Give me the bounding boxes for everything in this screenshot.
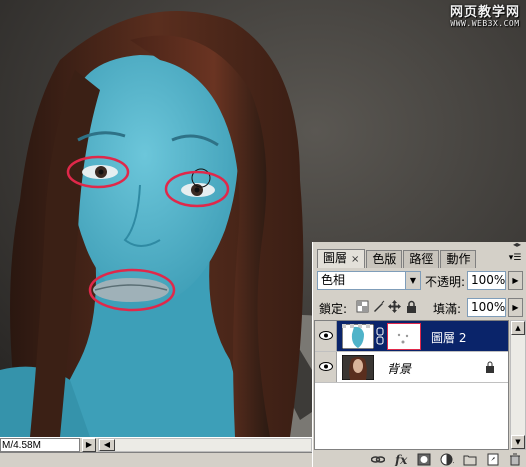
doc-size-readout: M/4.58M bbox=[0, 438, 80, 452]
link-icon[interactable] bbox=[371, 453, 385, 466]
scroll-up-arrow[interactable]: ▲ bbox=[511, 321, 525, 335]
chain-link-icon[interactable] bbox=[376, 327, 384, 345]
tab-layers[interactable]: 圖層 × bbox=[317, 249, 366, 268]
eye-icon bbox=[319, 362, 333, 371]
layer-mask-thumbnail[interactable] bbox=[387, 323, 421, 350]
horizontal-scrollbar[interactable]: ◀ bbox=[98, 438, 312, 452]
tab-close-icon[interactable]: × bbox=[351, 254, 359, 265]
scroll-left-arrow[interactable]: ◀ bbox=[99, 439, 115, 451]
lock-transparency-icon[interactable] bbox=[356, 300, 369, 313]
tab-channels[interactable]: 色版 bbox=[366, 250, 403, 268]
lock-label: 鎖定: bbox=[319, 302, 348, 316]
blend-mode-value: 色相 bbox=[321, 273, 346, 287]
opacity-input[interactable]: 100% bbox=[467, 271, 506, 290]
lock-all-icon[interactable] bbox=[405, 300, 418, 313]
opacity-label: 不透明: bbox=[425, 275, 466, 289]
lock-options-row: 鎖定: 填滿: 100% ▶ bbox=[316, 297, 524, 319]
layer-row-layer-2[interactable]: 圖層 2 bbox=[315, 321, 508, 352]
trash-icon[interactable] bbox=[509, 453, 523, 466]
tab-paths[interactable]: 路徑 bbox=[403, 250, 440, 268]
watermark-url: WWW.WEB3X.COM bbox=[450, 18, 520, 28]
folder-icon[interactable] bbox=[463, 453, 477, 466]
fx-icon[interactable]: fx bbox=[394, 453, 408, 466]
blend-mode-select[interactable]: 色相 ▼ bbox=[317, 271, 421, 290]
layer-list: 圖層 2 背景 bbox=[314, 320, 509, 450]
watermark: 网页教学网 WWW.WEB3X.COM bbox=[450, 6, 520, 28]
lock-position-icon[interactable] bbox=[388, 300, 401, 313]
panel-menu-icon[interactable]: ▾☰ bbox=[508, 252, 522, 264]
eye-icon bbox=[319, 331, 333, 340]
fill-input[interactable]: 100% bbox=[467, 298, 506, 317]
chevron-down-icon[interactable]: ▼ bbox=[405, 272, 420, 289]
blend-options-row: 色相 ▼ 不透明: 100% ▶ bbox=[316, 270, 524, 292]
visibility-toggle[interactable] bbox=[315, 352, 337, 382]
tab-actions[interactable]: 動作 bbox=[440, 250, 477, 268]
layer-row-background[interactable]: 背景 bbox=[315, 352, 508, 383]
layer-list-scrollbar[interactable]: ▲ ▼ bbox=[510, 320, 526, 450]
status-menu-arrow[interactable]: ▶ bbox=[82, 438, 96, 452]
tab-layers-label: 圖層 bbox=[323, 251, 348, 265]
layers-panel: ◂▸ 圖層× 色版 路徑 動作 ▾☰ 色相 ▼ 不透明: 100% ▶ 鎖定: bbox=[312, 241, 526, 467]
adjustment-icon[interactable] bbox=[440, 453, 454, 466]
svg-text:fx: fx bbox=[394, 453, 408, 466]
window-bottom-strip bbox=[0, 453, 312, 467]
scroll-down-arrow[interactable]: ▼ bbox=[511, 435, 525, 449]
watermark-title: 网页教学网 bbox=[449, 5, 520, 20]
mask-icon[interactable] bbox=[417, 453, 431, 466]
new-layer-icon[interactable] bbox=[486, 453, 500, 466]
opacity-slider-button[interactable]: ▶ bbox=[508, 271, 523, 290]
panel-collapse-button[interactable]: ◂▸ bbox=[513, 241, 523, 249]
fill-label: 填滿: bbox=[433, 302, 462, 316]
status-bar: M/4.58M ▶ ◀ bbox=[0, 437, 312, 453]
lock-icon bbox=[486, 361, 494, 373]
layer-thumbnail[interactable] bbox=[342, 324, 374, 349]
panel-tabs: 圖層 × 色版 路徑 動作 bbox=[313, 249, 526, 268]
fill-slider-button[interactable]: ▶ bbox=[508, 298, 523, 317]
lock-pixels-icon[interactable] bbox=[372, 300, 385, 313]
layer-name[interactable]: 背景 bbox=[387, 360, 411, 377]
layer-name[interactable]: 圖層 2 bbox=[431, 329, 466, 346]
layer-thumbnail[interactable] bbox=[342, 355, 374, 380]
panel-bottom-toolbar: fx bbox=[313, 451, 526, 467]
visibility-toggle[interactable] bbox=[315, 321, 337, 351]
